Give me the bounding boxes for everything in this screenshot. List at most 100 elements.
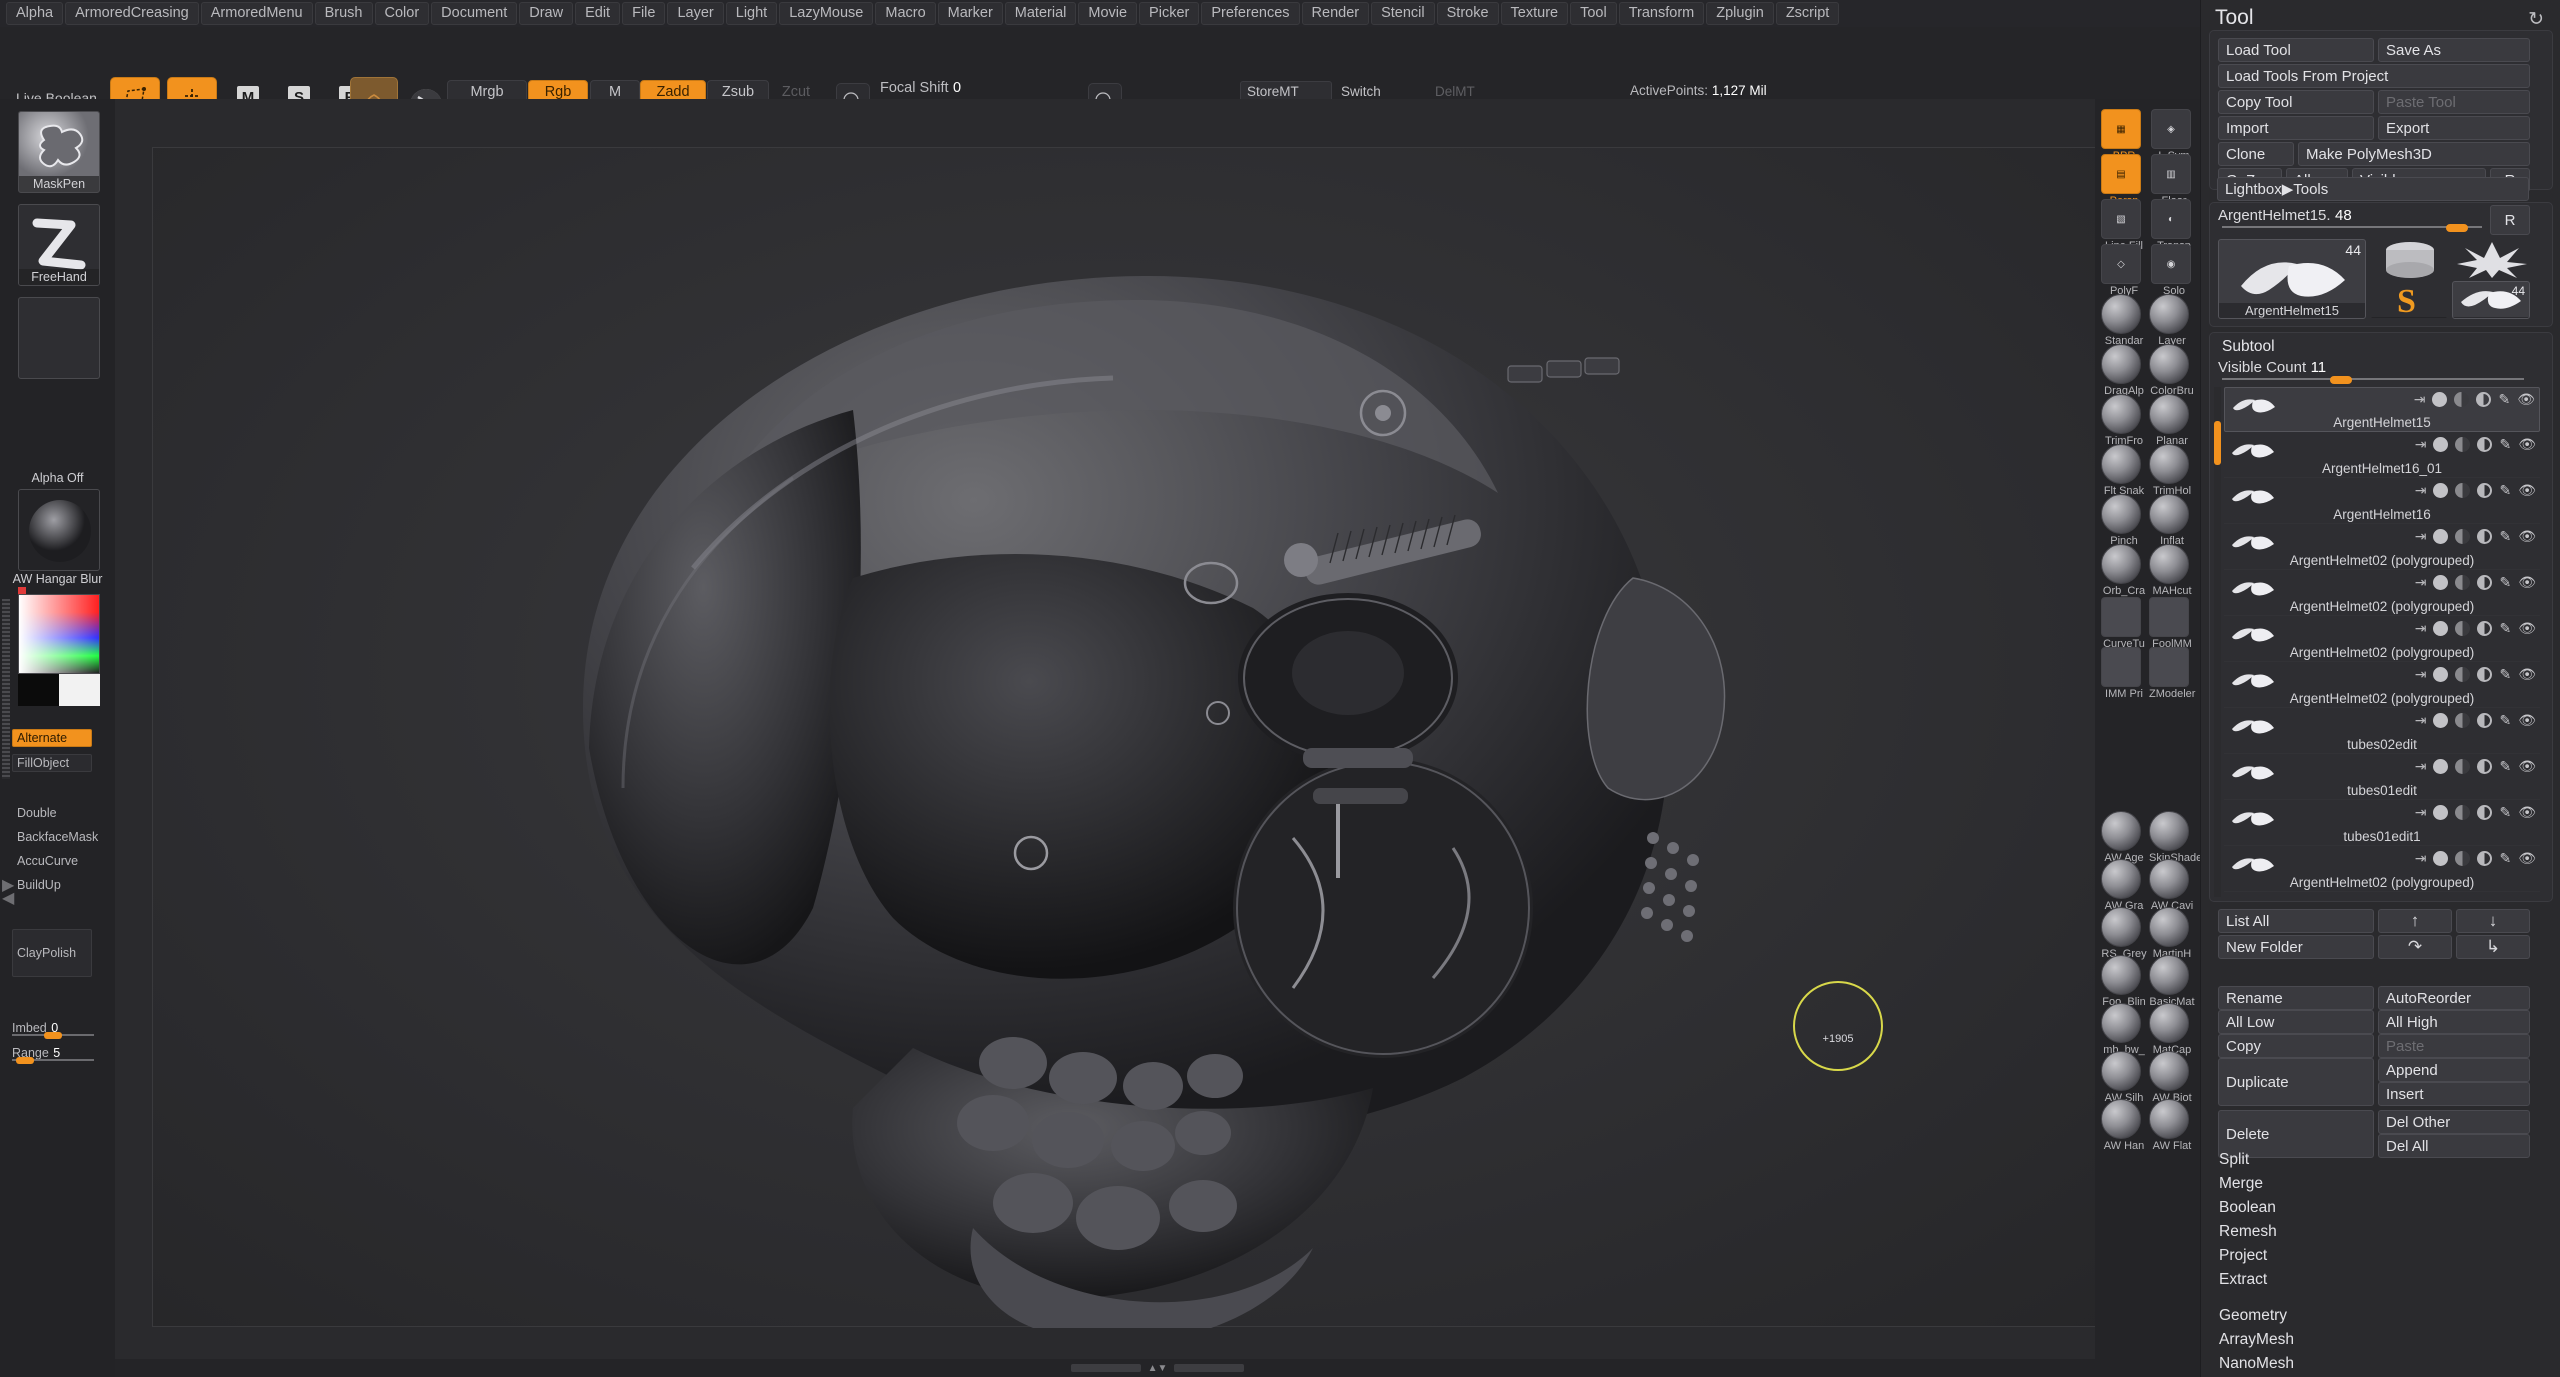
brush-planar[interactable]: Planar (2149, 394, 2195, 447)
visibility-circle-icon[interactable] (2433, 759, 2449, 774)
menu-item-marker[interactable]: Marker (937, 1, 1003, 26)
clay-polish-button[interactable]: ClayPolish (12, 929, 92, 977)
subtool-row[interactable]: ⇥ ✎ 👁 ArgentHelmet02 (polygrouped) (2224, 663, 2540, 708)
menu-item-alpha[interactable]: Alpha (6, 1, 64, 26)
eye-icon[interactable]: 👁 (2518, 758, 2536, 775)
eye-icon[interactable]: 👁 (2518, 712, 2536, 729)
paint-icon[interactable]: ✎ (2499, 620, 2511, 637)
save-as-button[interactable]: Save As (2378, 38, 2530, 62)
menu-item-zscript[interactable]: Zscript (1775, 1, 1840, 26)
load-tools-from-project-button[interactable]: Load Tools From Project (2218, 64, 2530, 88)
subtool-row[interactable]: ⇥ ✎ 👁 ArgentHelmet02 (polygrouped) (2224, 571, 2540, 616)
contrast-icon[interactable] (2477, 851, 2493, 866)
section-merge[interactable]: Merge (2209, 1172, 2553, 1196)
menu-item-picker[interactable]: Picker (1139, 1, 1200, 26)
polypaint-icon[interactable]: ⇥ (2415, 482, 2427, 499)
scroll-up-icon[interactable]: ▲▼ (1148, 1363, 1168, 1374)
paint-icon[interactable]: ✎ (2499, 666, 2511, 683)
contrast-icon[interactable] (2477, 713, 2493, 728)
polypaint-icon[interactable]: ⇥ (2415, 712, 2427, 729)
subtool-row[interactable]: ⇥ ✎ 👁 tubes01edit (2224, 755, 2540, 800)
material-foo-blin[interactable]: Foo_Blin (2101, 955, 2147, 1008)
paste-button[interactable]: Paste (2378, 1034, 2530, 1058)
menu-item-armoredmenu[interactable]: ArmoredMenu (200, 1, 313, 26)
section-split[interactable]: Split (2209, 1148, 2553, 1172)
material-aw-han[interactable]: AW Han (2101, 1099, 2147, 1152)
material-aw-flat[interactable]: AW Flat (2149, 1099, 2195, 1152)
half-shade-icon[interactable] (2455, 529, 2471, 544)
polypaint-icon[interactable]: ⇥ (2415, 436, 2427, 453)
subtool-row[interactable]: ⇥ ✎ 👁 tubes02edit (2224, 709, 2540, 754)
fill-object-button[interactable]: FillObject (12, 754, 92, 772)
polypaint-icon[interactable]: ⇥ (2415, 804, 2427, 821)
alternate-toggle[interactable]: Alternate (12, 729, 92, 747)
rename-button[interactable]: Rename (2218, 986, 2374, 1010)
menu-item-macro[interactable]: Macro (875, 1, 936, 26)
menu-item-texture[interactable]: Texture (1500, 1, 1569, 26)
polypaint-icon[interactable]: ⇥ (2415, 620, 2427, 637)
double-toggle[interactable]: Double (12, 804, 92, 822)
tool-thumb-argenthelmet15[interactable]: 44 ArgentHelmet15 (2218, 239, 2366, 319)
material-aw-silh[interactable]: AW Silh (2101, 1051, 2147, 1104)
menu-item-brush[interactable]: Brush (314, 1, 373, 26)
range-slider[interactable]: Range 5 (12, 1044, 94, 1064)
load-tool-button[interactable]: Load Tool (2218, 38, 2374, 62)
del-other-button[interactable]: Del Other (2378, 1110, 2530, 1134)
half-shade-icon[interactable] (2455, 851, 2471, 866)
color-picker[interactable] (18, 594, 100, 674)
subtool-row[interactable]: ⇥ ✎ 👁 ArgentHelmet02 (polygrouped) (2224, 617, 2540, 662)
subtool-row[interactable]: ⇥ ✎ 👁 ArgentHelmet02 (polygrouped) (2224, 847, 2540, 892)
half-shade-icon[interactable] (2455, 805, 2471, 820)
split-out-button[interactable]: ↳ (2456, 935, 2530, 959)
menu-item-armoredcreasing[interactable]: ArmoredCreasing (65, 1, 199, 26)
visibility-circle-icon[interactable] (2433, 621, 2449, 636)
eye-icon[interactable]: 👁 (2518, 850, 2536, 867)
subtool-row[interactable]: ⇥ ✎ 👁 ArgentHelmet15 (2224, 387, 2540, 432)
half-shade-icon[interactable] (2455, 667, 2471, 682)
visibility-circle-icon[interactable] (2432, 392, 2448, 407)
paint-icon[interactable]: ✎ (2499, 804, 2511, 821)
brush-trimhol[interactable]: TrimHol (2149, 444, 2195, 497)
half-shade-icon[interactable] (2455, 621, 2471, 636)
half-shade-icon[interactable] (2454, 392, 2470, 407)
scroll-nub-right[interactable] (1174, 1364, 1245, 1372)
subtool-row[interactable]: ⇥ ✎ 👁 tubes01edit1 (2224, 801, 2540, 846)
black-swatch[interactable] (18, 674, 59, 706)
eye-icon[interactable]: 👁 (2518, 528, 2536, 545)
new-folder-button[interactable]: New Folder (2218, 935, 2374, 959)
menu-item-lazymouse[interactable]: LazyMouse (779, 1, 874, 26)
section-remesh[interactable]: Remesh (2209, 1220, 2553, 1244)
half-shade-icon[interactable] (2455, 575, 2471, 590)
backface-mask-toggle[interactable]: BackfaceMask (12, 828, 98, 846)
brush-dragalp[interactable]: DragAlp (2101, 344, 2147, 397)
section-boolean[interactable]: Boolean (2209, 1196, 2553, 1220)
export-button[interactable]: Export (2378, 116, 2530, 140)
menu-item-light[interactable]: Light (725, 1, 778, 26)
scroll-nub-left[interactable] (1070, 1364, 1141, 1372)
insert-button[interactable]: Insert (2378, 1082, 2530, 1106)
list-all-button[interactable]: List All (2218, 909, 2374, 933)
menu-item-document[interactable]: Document (431, 1, 518, 26)
duplicate-button[interactable]: Duplicate (2218, 1058, 2374, 1106)
brush-inflat[interactable]: Inflat (2149, 494, 2195, 547)
tool-thumb-cylinder[interactable]: Cylinder (2370, 239, 2448, 281)
all-high-button[interactable]: All High (2378, 1010, 2530, 1034)
brush-flt-snak[interactable]: Flt Snak (2101, 444, 2147, 497)
auto-reorder-button[interactable]: AutoReorder (2378, 986, 2530, 1010)
section-geometry[interactable]: Geometry (2209, 1304, 2553, 1328)
menu-item-transform[interactable]: Transform (1618, 1, 1705, 26)
make-polymesh3d-button[interactable]: Make PolyMesh3D (2298, 142, 2530, 166)
clone-button[interactable]: Clone (2218, 142, 2294, 166)
half-shade-icon[interactable] (2455, 483, 2471, 498)
menu-item-file[interactable]: File (622, 1, 666, 26)
polyf-button[interactable]: ◇ PolyF (2101, 244, 2147, 297)
visibility-circle-icon[interactable] (2433, 667, 2449, 682)
polypaint-icon[interactable]: ⇥ (2415, 758, 2427, 775)
build-up-toggle[interactable]: BuildUp (12, 876, 92, 894)
brush-standar[interactable]: Standar (2101, 294, 2147, 347)
tool-thumb-simplebrush[interactable]: S SimpleB (2370, 281, 2448, 319)
polypaint-icon[interactable]: ⇥ (2415, 666, 2427, 683)
material-mb-bw-[interactable]: mb_bw_ (2101, 1003, 2147, 1056)
menu-item-layer[interactable]: Layer (667, 1, 724, 26)
menu-item-preferences[interactable]: Preferences (1201, 1, 1300, 26)
